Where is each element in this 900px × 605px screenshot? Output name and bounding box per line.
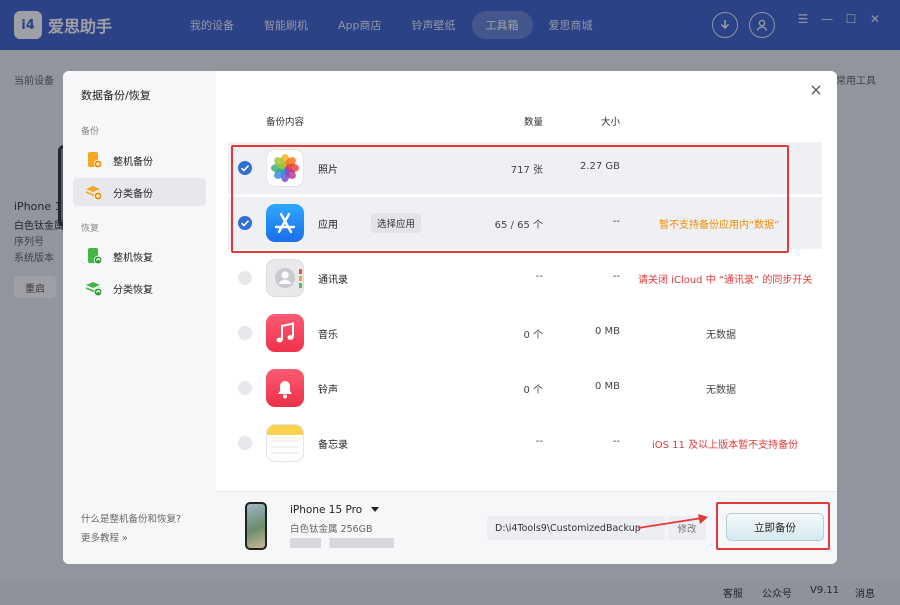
row-name: 铃声: [318, 385, 338, 396]
restore-section-label: 恢复: [81, 224, 100, 234]
device-dropdown-icon[interactable]: [371, 507, 379, 512]
row-count: 0 个: [523, 385, 543, 396]
arrow-annotation: [637, 514, 708, 529]
row-count: --: [535, 271, 543, 282]
row-note: 无数据: [706, 330, 736, 341]
row-note: 无数据: [706, 385, 736, 396]
row-count: 0 个: [523, 330, 543, 341]
table-row-music[interactable]: 音乐 0 个 0 MB 无数据: [228, 307, 822, 359]
column-count: 数量: [524, 117, 544, 128]
close-icon[interactable]: [809, 83, 823, 97]
dialog-title: 数据备份/恢复: [81, 89, 151, 102]
sidebar-item-label: 整机备份: [113, 156, 153, 168]
sidebar-item-label: 分类备份: [113, 188, 153, 200]
dialog-sidebar: 数据备份/恢复 备份 整机备份 分类备份 恢复 整机恢复 分类恢复 什么是整机备…: [63, 71, 216, 564]
category-restore-icon: [85, 279, 103, 297]
row-note: 请关闭 iCloud 中 “通讯录” 的同步开关: [638, 275, 813, 286]
checkbox-ringtones[interactable]: [238, 381, 252, 395]
sidebar-item-label: 整机恢复: [113, 252, 153, 264]
category-backup-icon: [85, 183, 103, 201]
checkbox-music[interactable]: [238, 326, 252, 340]
backup-dialog: 数据备份/恢复 备份 整机备份 分类备份 恢复 整机恢复 分类恢复 什么是整机备…: [63, 71, 837, 564]
full-backup-icon: [85, 151, 103, 169]
row-size: 0 MB: [594, 381, 620, 392]
sidebar-item-label: 分类恢复: [113, 284, 153, 296]
table-row-notes[interactable]: 备忘录 -- -- iOS 11 及以上版本暂不支持备份: [228, 417, 822, 469]
checkbox-notes[interactable]: [238, 436, 252, 450]
notes-icon: [266, 424, 304, 462]
row-size: --: [612, 436, 620, 447]
sidebar-item-full-backup[interactable]: 整机备份: [73, 146, 206, 174]
sidebar-item-category-restore[interactable]: 分类恢复: [73, 274, 206, 302]
sidebar-item-category-backup[interactable]: 分类备份: [73, 178, 206, 206]
row-size: 0 MB: [594, 326, 620, 337]
row-count: --: [535, 436, 543, 447]
row-name: 音乐: [318, 330, 338, 341]
column-size: 大小: [601, 117, 621, 128]
checkbox-contacts[interactable]: [238, 271, 252, 285]
backup-now-button[interactable]: 立即备份: [726, 513, 824, 541]
row-name: 通讯录: [318, 275, 348, 286]
help-link[interactable]: 什么是整机备份和恢复?: [81, 511, 181, 525]
contacts-icon: [266, 259, 304, 297]
table-row-contacts[interactable]: 通讯录 -- -- 请关闭 iCloud 中 “通讯录” 的同步开关: [228, 252, 822, 304]
row-note: iOS 11 及以上版本暂不支持备份: [652, 440, 799, 451]
music-icon: [266, 314, 304, 352]
column-content: 备份内容: [266, 117, 305, 128]
device-name: iPhone 15 Pro: [290, 504, 363, 516]
ringtone-icon: [266, 369, 304, 407]
backup-section-label: 备份: [81, 127, 100, 137]
dialog-footer: iPhone 15 Pro 白色钛金属 256GB D:\i4Tools9\Cu…: [216, 491, 837, 564]
more-tutorials-link[interactable]: 更多教程 »: [81, 530, 128, 544]
device-spec: 白色钛金属 256GB: [290, 524, 373, 535]
sidebar-item-full-restore[interactable]: 整机恢复: [73, 242, 206, 270]
full-restore-icon: [85, 247, 103, 265]
table-row-ringtones[interactable]: 铃声 0 个 0 MB 无数据: [228, 362, 822, 414]
device-thumbnail: [245, 502, 267, 550]
row-name: 备忘录: [318, 440, 348, 451]
selected-rows-highlight: [231, 145, 789, 253]
blurred-serial: [290, 538, 394, 548]
row-size: --: [612, 271, 620, 282]
